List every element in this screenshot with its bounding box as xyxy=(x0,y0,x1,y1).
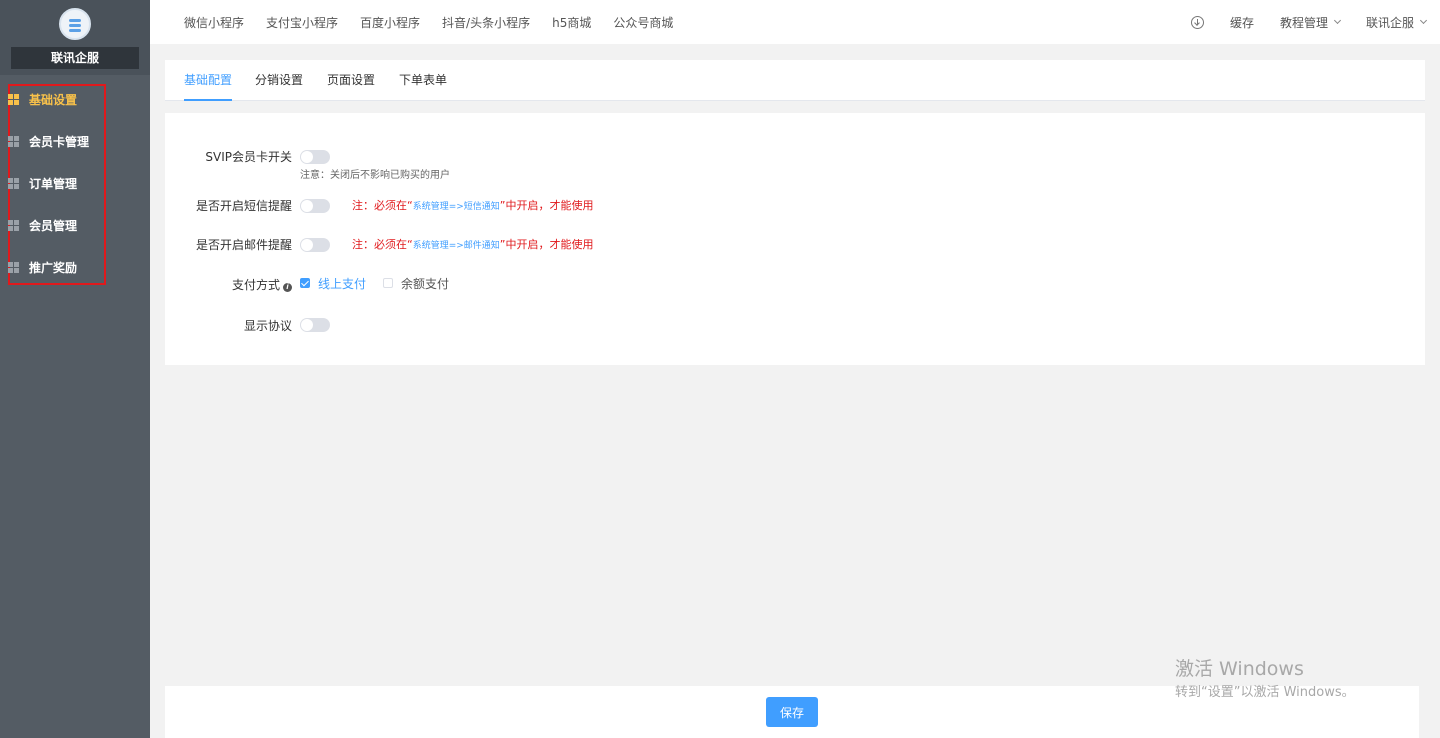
link-douyin-miniprogram[interactable]: 抖音/头条小程序 xyxy=(442,14,530,31)
tutorial-menu[interactable]: 教程管理 xyxy=(1279,14,1342,31)
sidebar-item-orders[interactable]: 订单管理 xyxy=(8,173,77,193)
svip-switch[interactable] xyxy=(300,150,330,164)
pay-label-text: 支付方式 xyxy=(231,278,280,292)
save-button[interactable]: 保存 xyxy=(766,697,818,727)
sidebar-item-label: 会员管理 xyxy=(29,218,78,233)
link-h5-mall[interactable]: h5商城 xyxy=(552,14,591,31)
grid-icon xyxy=(8,261,19,273)
pay-balance-checkbox[interactable]: 余额支付 xyxy=(383,276,450,291)
logo xyxy=(59,8,91,40)
mail-switch[interactable] xyxy=(300,238,330,252)
mail-label: 是否开启邮件提醒 xyxy=(195,238,292,252)
sidebar-item-promotion[interactable]: 推广奖励 xyxy=(8,257,77,277)
download-icon[interactable] xyxy=(1190,15,1204,29)
sms-label: 是否开启短信提醒 xyxy=(195,199,292,213)
mail-note-suffix: ”中开启，才能使用 xyxy=(499,238,594,251)
chevron-down-icon xyxy=(1419,16,1428,25)
link-baidu-miniprogram[interactable]: 百度小程序 xyxy=(360,14,420,31)
pay-balance-label: 余额支付 xyxy=(401,276,450,291)
agreement-switch[interactable] xyxy=(300,318,330,332)
sidebar-header: 联讯企服 xyxy=(0,0,150,75)
settings-tabs: 基础配置 分销设置 页面设置 下单表单 xyxy=(165,60,1425,101)
checkbox-unchecked-icon xyxy=(383,278,393,288)
sms-note-path: 系统管理=>短信通知 xyxy=(412,202,500,212)
sidebar-item-members[interactable]: 会员管理 xyxy=(8,215,77,235)
sidebar-item-label: 订单管理 xyxy=(29,176,78,191)
cache-button[interactable]: 缓存 xyxy=(1230,14,1254,31)
tab-basic-config[interactable]: 基础配置 xyxy=(184,60,233,101)
settings-form: SVIP会员卡开关 注意：关闭后不影响已购买的用户 是否开启短信提醒 注：必须在… xyxy=(165,113,1425,365)
grid-icon xyxy=(8,219,19,231)
svip-hint: 注意：关闭后不影响已购买的用户 xyxy=(300,170,450,181)
sms-note-prefix: 注：必须在“ xyxy=(352,199,413,212)
user-name: 联讯企服 xyxy=(1365,15,1414,30)
chevron-down-icon xyxy=(1333,16,1342,25)
sidebar-item-label: 推广奖励 xyxy=(29,260,78,275)
info-icon[interactable]: i xyxy=(283,283,292,292)
svip-label: SVIP会员卡开关 xyxy=(205,150,292,164)
mail-note: 注：必须在“系统管理=>邮件通知”中开启，才能使用 xyxy=(352,236,594,252)
sidebar-item-label: 会员卡管理 xyxy=(29,134,90,149)
sidebar-item-label: 基础设置 xyxy=(29,92,78,107)
pay-online-checkbox[interactable]: 线上支付 xyxy=(300,276,367,291)
tab-distribution[interactable]: 分销设置 xyxy=(255,60,303,101)
user-menu[interactable]: 联讯企服 xyxy=(1365,14,1428,31)
pay-label: 支付方式 i xyxy=(232,276,292,293)
grid-icon xyxy=(8,93,19,105)
activation-watermark-title: 激活 Windows xyxy=(1175,658,1304,680)
tab-order-form[interactable]: 下单表单 xyxy=(399,60,447,101)
sidebar-item-basic-settings[interactable]: 基础设置 xyxy=(8,89,77,109)
platform-links: 微信小程序 支付宝小程序 百度小程序 抖音/头条小程序 h5商城 公众号商城 xyxy=(184,0,695,44)
tab-page-settings[interactable]: 页面设置 xyxy=(327,60,375,101)
activation-watermark-text: 转到“设置”以激活 Windows。 xyxy=(1175,685,1355,700)
sms-switch[interactable] xyxy=(300,199,330,213)
sms-note-suffix: ”中开启，才能使用 xyxy=(499,199,594,212)
top-right-actions: 缓存 教程管理 联讯企服 xyxy=(1190,0,1428,44)
agreement-label: 显示协议 xyxy=(243,319,292,333)
sms-note: 注：必须在“系统管理=>短信通知”中开启，才能使用 xyxy=(352,197,594,213)
mail-note-path: 系统管理=>邮件通知 xyxy=(412,241,500,251)
link-alipay-miniprogram[interactable]: 支付宝小程序 xyxy=(266,14,338,31)
link-wechat-miniprogram[interactable]: 微信小程序 xyxy=(184,14,244,31)
mail-note-prefix: 注：必须在“ xyxy=(352,238,413,251)
sidebar-item-member-card[interactable]: 会员卡管理 xyxy=(8,131,89,151)
checkbox-checked-icon xyxy=(300,278,310,288)
sidebar: 联讯企服 基础设置 会员卡管理 订单管理 会员管理 推广奖励 xyxy=(0,0,150,738)
top-bar: 微信小程序 支付宝小程序 百度小程序 抖音/头条小程序 h5商城 公众号商城 缓… xyxy=(150,0,1440,44)
grid-icon xyxy=(8,135,19,147)
tutorial-label: 教程管理 xyxy=(1279,15,1328,30)
company-name: 联讯企服 xyxy=(11,47,139,69)
pay-online-label: 线上支付 xyxy=(318,276,367,291)
link-official-account-mall[interactable]: 公众号商城 xyxy=(613,14,673,31)
grid-icon xyxy=(8,177,19,189)
